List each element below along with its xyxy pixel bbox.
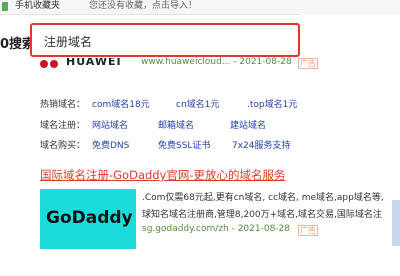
petal-icon <box>40 60 48 68</box>
link-website-domain[interactable]: 网站域名 <box>92 118 128 131</box>
huawei-url[interactable]: www.huaweicloud... - 2021-08-28 <box>141 57 292 67</box>
link-mail-domain[interactable]: 邮箱域名 <box>158 118 194 131</box>
link-support[interactable]: 7x24服务支持 <box>232 138 291 151</box>
godaddy-logo-text: GoDaddy <box>46 208 133 228</box>
godaddy-desc-line1: .Com仅需68元起,更有cn域名, cc域名, me域名,app域名等, <box>142 193 384 203</box>
link-com-domain[interactable]: com域名18元 <box>92 97 150 110</box>
side-thumbnail <box>392 200 400 246</box>
ad-badge: 广告 <box>298 58 318 69</box>
import-hint[interactable]: 您还没有收藏，点击导入！ <box>89 0 197 13</box>
bookmarks-bar: 手机收藏夹 您还没有收藏，点击导入！ <box>0 0 400 15</box>
huawei-brand: HUAWEI <box>66 58 122 68</box>
link-cn-domain[interactable]: cn域名1元 <box>176 97 219 110</box>
header-blank <box>301 14 400 58</box>
link-free-dns[interactable]: 免费DNS <box>92 138 129 151</box>
row-label: 热销域名： <box>40 100 86 110</box>
row-label: 域名注册： <box>40 121 86 131</box>
link-site-domain[interactable]: 建站域名 <box>230 118 266 131</box>
bookmark-icon <box>2 2 8 11</box>
huawei-logo[interactable]: HUAWEI <box>40 58 136 68</box>
search-box[interactable] <box>30 23 300 57</box>
petal-icon <box>50 60 58 68</box>
godaddy-url[interactable]: sg.godaddy.com/zh - 2021-08-28 <box>142 224 290 234</box>
link-top-domain[interactable]: .top域名1元 <box>247 97 297 110</box>
search-input[interactable] <box>44 32 284 50</box>
row-label: 域名购买： <box>40 141 86 151</box>
ad-badge: 广告 <box>298 225 318 236</box>
bookmarks-label[interactable]: 手机收藏夹 <box>15 0 60 13</box>
link-free-ssl[interactable]: 免费SSL证书 <box>158 138 210 151</box>
godaddy-result-title[interactable]: 国际域名注册-GoDaddy官网-更放心的域名服务 <box>40 167 286 183</box>
godaddy-logo[interactable]: GoDaddy <box>40 189 136 249</box>
godaddy-desc-line2: 球知名域名注册商,管理8,200万+域名,域名交易,国际域名注 <box>142 210 382 220</box>
